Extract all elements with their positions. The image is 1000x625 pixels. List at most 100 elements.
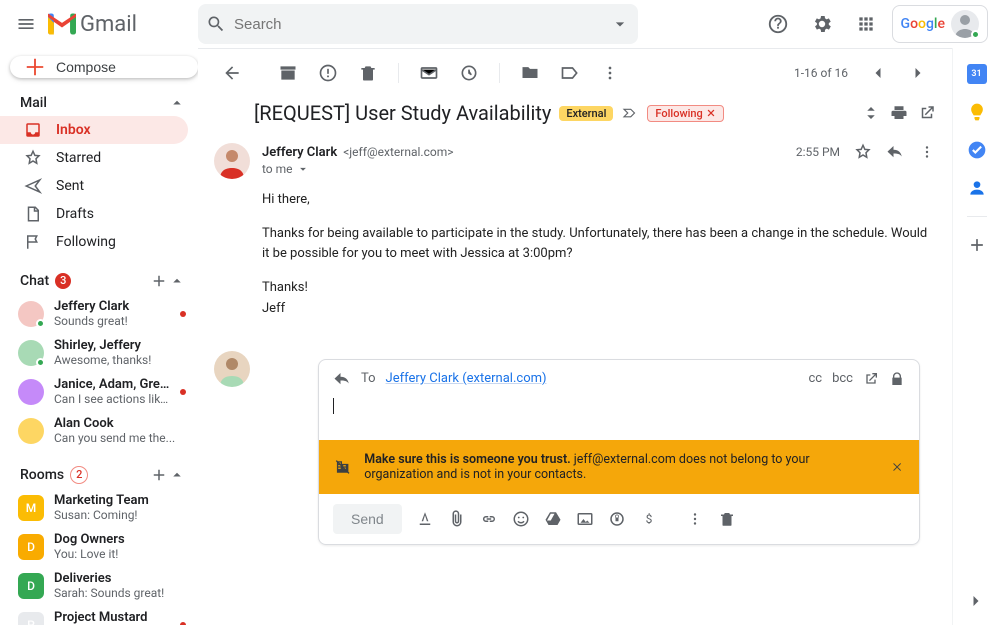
- tasks-app-icon[interactable]: [967, 140, 987, 160]
- search-input[interactable]: [234, 16, 602, 33]
- sender-email: <jeff@external.com>: [343, 145, 453, 159]
- mail-icon: [419, 63, 439, 83]
- contacts-app-icon[interactable]: [967, 178, 987, 198]
- chevron-up-icon[interactable]: [168, 94, 186, 112]
- archive-button[interactable]: [270, 55, 306, 91]
- rooms-section-header[interactable]: Rooms2: [0, 462, 198, 488]
- move-button[interactable]: [512, 55, 548, 91]
- avatar[interactable]: [951, 10, 979, 38]
- nav-sent[interactable]: Sent: [0, 172, 188, 200]
- email-subject: [REQUEST] User Study Availability: [254, 101, 551, 125]
- gmail-icon: [48, 13, 76, 35]
- compose-label: Compose: [56, 59, 116, 75]
- external-pill: External: [559, 106, 613, 121]
- link-icon[interactable]: [480, 510, 498, 528]
- presence-dot-icon: [971, 30, 980, 39]
- emoji-icon[interactable]: [512, 510, 530, 528]
- room-item[interactable]: DDeliveriesSarah: Sounds great!: [0, 566, 198, 605]
- search-icon: [206, 14, 226, 34]
- settings-button[interactable]: [804, 6, 840, 42]
- plus-icon[interactable]: [150, 466, 168, 484]
- format-icon[interactable]: [416, 510, 434, 528]
- mail-section-header[interactable]: Mail: [0, 90, 198, 116]
- chevron-up-icon[interactable]: [168, 466, 186, 484]
- search-options-icon[interactable]: [610, 14, 630, 34]
- more-button[interactable]: [592, 55, 628, 91]
- snooze-button[interactable]: [451, 55, 487, 91]
- reply-icon[interactable]: [886, 143, 904, 161]
- bcc-button[interactable]: bcc: [832, 371, 853, 386]
- more-vert-icon[interactable]: [918, 143, 936, 161]
- reply-box: To Jeffery Clark (external.com) cc bcc M…: [318, 359, 920, 545]
- nav-starred[interactable]: Starred: [0, 144, 188, 172]
- labels-button[interactable]: [552, 55, 588, 91]
- mail-pane: 1-16 of 16 [REQUEST] User Study Availabi…: [198, 48, 952, 625]
- next-page-button[interactable]: [900, 55, 936, 91]
- room-item[interactable]: DDog OwnersYou: Love it!: [0, 527, 198, 566]
- main-menu-button[interactable]: [8, 6, 44, 42]
- cc-button[interactable]: cc: [808, 371, 822, 386]
- domain-disabled-icon: [335, 457, 350, 477]
- open-new-icon[interactable]: [918, 104, 936, 122]
- get-addons-button[interactable]: [967, 235, 987, 255]
- gear-icon: [811, 13, 833, 35]
- send-button[interactable]: Send: [333, 504, 402, 534]
- close-icon[interactable]: [706, 108, 716, 118]
- gmail-logo[interactable]: Gmail: [48, 12, 137, 37]
- more-vert-icon: [600, 63, 620, 83]
- nav-inbox[interactable]: Inbox: [0, 116, 188, 144]
- attach-icon[interactable]: [448, 510, 466, 528]
- hide-panel-button[interactable]: [966, 591, 986, 611]
- close-icon[interactable]: [891, 459, 903, 475]
- sender-avatar[interactable]: [214, 143, 250, 179]
- open-new-icon[interactable]: [863, 371, 879, 387]
- back-button[interactable]: [214, 55, 250, 91]
- drive-icon[interactable]: [544, 510, 562, 528]
- money-icon[interactable]: $: [640, 510, 658, 528]
- compose-button[interactable]: Compose: [10, 56, 198, 78]
- chat-item[interactable]: Shirley, JefferyAwesome, thanks!: [0, 333, 198, 372]
- print-icon[interactable]: [890, 104, 908, 122]
- chat-item[interactable]: Alan CookCan you send me the...: [0, 411, 198, 450]
- account-chip[interactable]: Google: [892, 5, 988, 43]
- clock-icon: [459, 63, 479, 83]
- chat-item[interactable]: Jeffery ClarkSounds great!: [0, 294, 198, 333]
- chat-item[interactable]: Janice, Adam, Gre...Can I see actions li…: [0, 372, 198, 411]
- support-button[interactable]: [760, 6, 796, 42]
- room-item[interactable]: MMarketing TeamSusan: Coming!: [0, 488, 198, 527]
- reply-textarea[interactable]: [319, 398, 919, 440]
- nav-drafts[interactable]: Drafts: [0, 200, 188, 228]
- chat-badge: 3: [55, 273, 71, 289]
- to-line[interactable]: to me: [262, 162, 936, 176]
- importance-icon[interactable]: [621, 104, 639, 122]
- trash-icon[interactable]: [718, 510, 736, 528]
- reply-icon[interactable]: [333, 370, 351, 388]
- lock-icon[interactable]: [889, 371, 905, 387]
- sent-icon: [24, 177, 42, 195]
- keep-app-icon[interactable]: [967, 102, 987, 122]
- star-icon[interactable]: [854, 143, 872, 161]
- following-pill[interactable]: Following: [647, 105, 723, 122]
- calendar-app-icon[interactable]: 31: [967, 64, 987, 84]
- expand-icon[interactable]: [862, 104, 880, 122]
- chevron-up-icon[interactable]: [168, 272, 186, 290]
- more-vert-icon[interactable]: [686, 510, 704, 528]
- plus-icon[interactable]: [150, 272, 168, 290]
- reply-recipient[interactable]: Jeffery Clark (external.com): [386, 371, 547, 386]
- confidential-icon[interactable]: [608, 510, 626, 528]
- prev-page-button[interactable]: [860, 55, 896, 91]
- rooms-badge: 2: [70, 466, 88, 484]
- search-bar[interactable]: [198, 4, 638, 44]
- mark-unread-button[interactable]: [411, 55, 447, 91]
- room-item[interactable]: PProject MustardSusan: Wow, great d...: [0, 605, 198, 625]
- nav-following[interactable]: Following: [0, 228, 188, 256]
- chat-section-header[interactable]: Chat3: [0, 268, 198, 294]
- image-icon[interactable]: [576, 510, 594, 528]
- spam-button[interactable]: [310, 55, 346, 91]
- label-icon: [560, 63, 580, 83]
- inbox-icon: [24, 121, 42, 139]
- apps-button[interactable]: [848, 6, 884, 42]
- plus-icon: [24, 56, 46, 78]
- svg-text:$: $: [645, 511, 652, 525]
- delete-button[interactable]: [350, 55, 386, 91]
